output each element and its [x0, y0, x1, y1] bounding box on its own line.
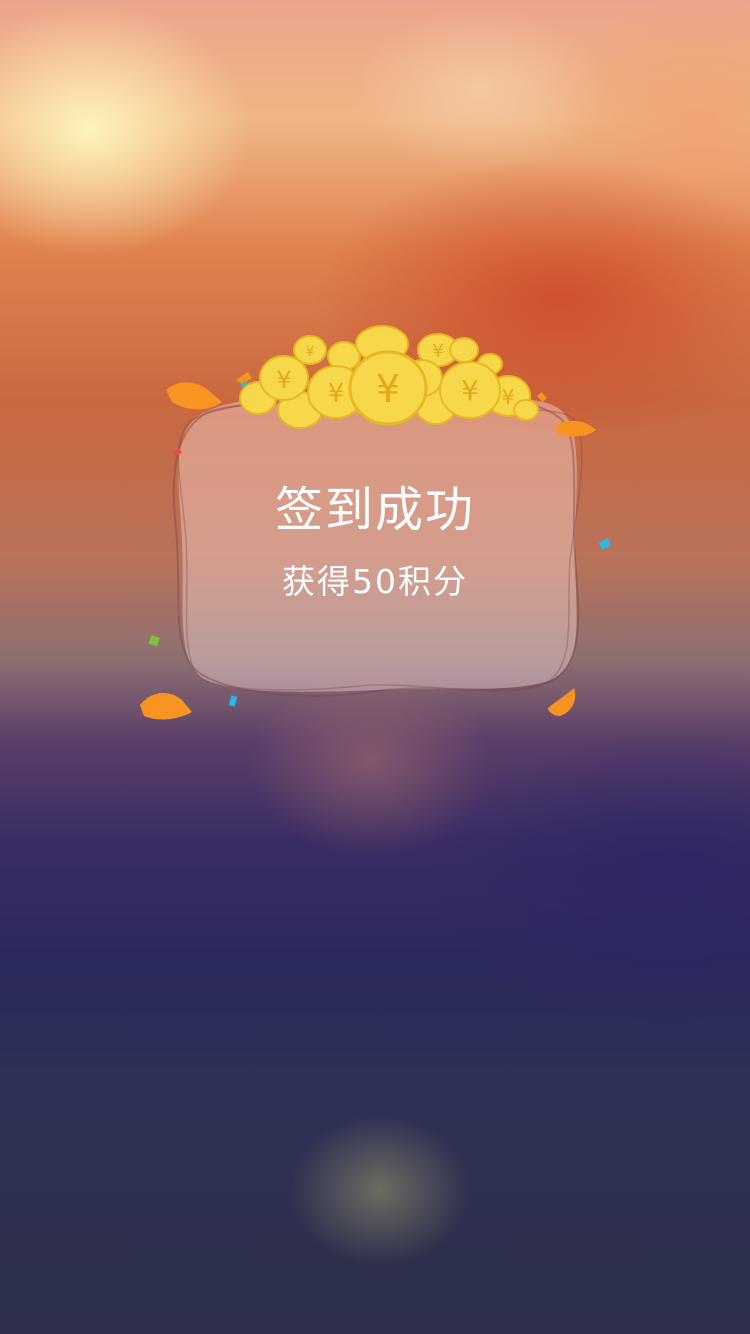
coin-symbol: ¥	[276, 366, 291, 394]
signin-success-dialog: ¥ ¥ ¥ ¥ ¥ ¥ ¥ 签到成功 获得50积分	[130, 320, 620, 740]
confetti-piece	[537, 392, 547, 402]
coin-symbol: ¥	[376, 367, 400, 411]
confetti-piece	[166, 382, 222, 410]
coin	[513, 399, 539, 421]
confetti-piece	[548, 688, 576, 716]
coin-symbol: ¥	[502, 385, 515, 409]
coin-symbol: ¥	[432, 341, 443, 362]
coin-symbol: ¥	[306, 344, 315, 360]
coin-symbol: ¥	[461, 374, 479, 407]
confetti-piece	[148, 634, 161, 647]
dialog-card-body	[178, 397, 577, 692]
coin	[449, 337, 479, 363]
confetti-piece	[228, 695, 238, 707]
dialog-title: 签到成功	[274, 482, 475, 538]
coin-symbol: ¥	[328, 379, 345, 409]
confetti-piece	[140, 693, 192, 720]
confetti-piece	[556, 420, 596, 437]
dialog-subtitle: 获得50积分	[282, 562, 468, 601]
